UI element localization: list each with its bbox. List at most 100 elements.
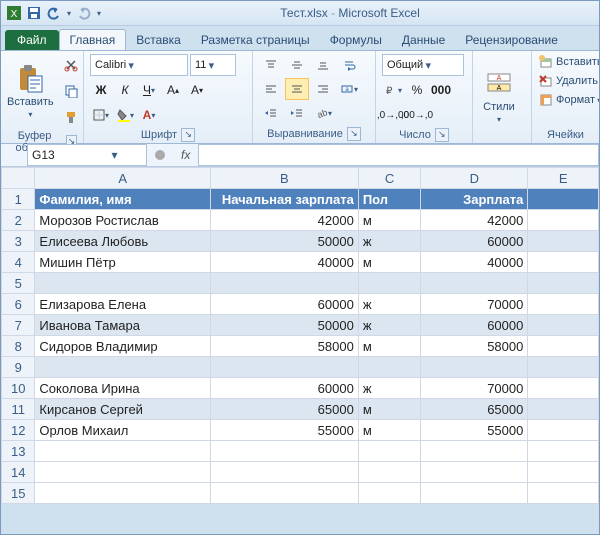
row-header-13[interactable]: 13 (2, 441, 35, 462)
cut-button[interactable] (60, 54, 82, 76)
cell-C13[interactable] (358, 441, 421, 462)
cell-A12[interactable]: Орлов Михаил (35, 420, 211, 441)
cell-B2[interactable]: 42000 (210, 210, 358, 231)
qat-customize-icon[interactable]: ▾ (97, 9, 101, 18)
cell-E5[interactable] (528, 273, 599, 294)
cell-E2[interactable] (528, 210, 599, 231)
italic-button[interactable]: К (114, 79, 136, 101)
delete-cells-button[interactable]: Удалить▾ (538, 73, 593, 89)
underline-button[interactable]: Ч▾ (138, 79, 160, 101)
cell-D14[interactable] (421, 462, 528, 483)
tab-file[interactable]: Файл (5, 30, 59, 50)
bold-button[interactable]: Ж (90, 79, 112, 101)
tab-review[interactable]: Рецензирование (455, 30, 568, 50)
cell-D3[interactable]: 60000 (421, 231, 528, 252)
increase-indent-button[interactable] (285, 102, 309, 124)
cell-B7[interactable]: 50000 (210, 315, 358, 336)
tab-page-layout[interactable]: Разметка страницы (191, 30, 320, 50)
col-header-B[interactable]: B (210, 168, 358, 189)
cell-C15[interactable] (358, 483, 421, 504)
row-header-5[interactable]: 5 (2, 273, 35, 294)
insert-cells-button[interactable]: Вставить▾ (538, 54, 593, 70)
cell-E15[interactable] (528, 483, 599, 504)
row-header-7[interactable]: 7 (2, 315, 35, 336)
tab-data[interactable]: Данные (392, 30, 455, 50)
redo-icon[interactable] (77, 6, 91, 20)
align-left-button[interactable] (259, 78, 283, 100)
cell-C9[interactable] (358, 357, 421, 378)
borders-button[interactable]: ▾ (90, 104, 112, 126)
accounting-format-button[interactable]: ₽▾ (382, 79, 404, 101)
row-header-9[interactable]: 9 (2, 357, 35, 378)
cell-A7[interactable]: Иванова Тамара (35, 315, 211, 336)
font-color-button[interactable]: A▾ (138, 104, 160, 126)
cell-A9[interactable] (35, 357, 211, 378)
col-header-E[interactable]: E (528, 168, 599, 189)
cell-D6[interactable]: 70000 (421, 294, 528, 315)
number-format-combo[interactable]: Общий▾ (382, 54, 464, 76)
cell-E13[interactable] (528, 441, 599, 462)
row-header-14[interactable]: 14 (2, 462, 35, 483)
percent-format-button[interactable]: % (406, 79, 428, 101)
cell-B13[interactable] (210, 441, 358, 462)
cell-E7[interactable] (528, 315, 599, 336)
font-dialog-launcher[interactable]: ↘ (181, 128, 195, 142)
cell-B11[interactable]: 65000 (210, 399, 358, 420)
cell-B15[interactable] (210, 483, 358, 504)
cell-E12[interactable] (528, 420, 599, 441)
align-middle-button[interactable] (285, 54, 309, 76)
cell-C1[interactable]: Пол (358, 189, 421, 210)
row-header-3[interactable]: 3 (2, 231, 35, 252)
cell-B6[interactable]: 60000 (210, 294, 358, 315)
decrease-indent-button[interactable] (259, 102, 283, 124)
cell-A10[interactable]: Соколова Ирина (35, 378, 211, 399)
row-header-4[interactable]: 4 (2, 252, 35, 273)
cell-C6[interactable]: ж (358, 294, 421, 315)
cell-E8[interactable] (528, 336, 599, 357)
align-center-button[interactable] (285, 78, 309, 100)
shrink-font-button[interactable]: A▾ (186, 79, 208, 101)
cell-A8[interactable]: Сидоров Владимир (35, 336, 211, 357)
cell-A11[interactable]: Кирсанов Сергей (35, 399, 211, 420)
formula-input[interactable] (198, 144, 599, 166)
cell-E14[interactable] (528, 462, 599, 483)
cell-C2[interactable]: м (358, 210, 421, 231)
row-header-10[interactable]: 10 (2, 378, 35, 399)
cell-D7[interactable]: 60000 (421, 315, 528, 336)
col-header-C[interactable]: C (358, 168, 421, 189)
cell-D5[interactable] (421, 273, 528, 294)
row-header-11[interactable]: 11 (2, 399, 35, 420)
cell-B12[interactable]: 55000 (210, 420, 358, 441)
row-header-1[interactable]: 1 (2, 189, 35, 210)
cell-D11[interactable]: 65000 (421, 399, 528, 420)
row-header-6[interactable]: 6 (2, 294, 35, 315)
align-right-button[interactable] (311, 78, 335, 100)
cell-C4[interactable]: м (358, 252, 421, 273)
name-box[interactable]: G13▾ (27, 144, 147, 166)
cell-C7[interactable]: ж (358, 315, 421, 336)
cell-E4[interactable] (528, 252, 599, 273)
cell-C3[interactable]: ж (358, 231, 421, 252)
grow-font-button[interactable]: A▴ (162, 79, 184, 101)
number-dialog-launcher[interactable]: ↘ (435, 128, 449, 142)
cell-C8[interactable]: м (358, 336, 421, 357)
row-header-2[interactable]: 2 (2, 210, 35, 231)
cell-C14[interactable] (358, 462, 421, 483)
row-header-12[interactable]: 12 (2, 420, 35, 441)
cell-B1[interactable]: Начальная зарплата (210, 189, 358, 210)
cell-E6[interactable] (528, 294, 599, 315)
cell-A15[interactable] (35, 483, 211, 504)
cell-A5[interactable] (35, 273, 211, 294)
font-size-combo[interactable]: 11▾ (190, 54, 236, 76)
row-header-8[interactable]: 8 (2, 336, 35, 357)
undo-icon[interactable] (47, 6, 61, 20)
save-icon[interactable] (27, 6, 41, 20)
cell-A6[interactable]: Елизарова Елена (35, 294, 211, 315)
col-header-A[interactable]: A (35, 168, 211, 189)
cell-C12[interactable]: м (358, 420, 421, 441)
fill-color-button[interactable]: ▾ (114, 104, 136, 126)
tab-insert[interactable]: Вставка (126, 30, 191, 50)
fx-label[interactable]: fx (181, 148, 190, 162)
cell-B9[interactable] (210, 357, 358, 378)
fx-icon[interactable] (153, 148, 167, 162)
